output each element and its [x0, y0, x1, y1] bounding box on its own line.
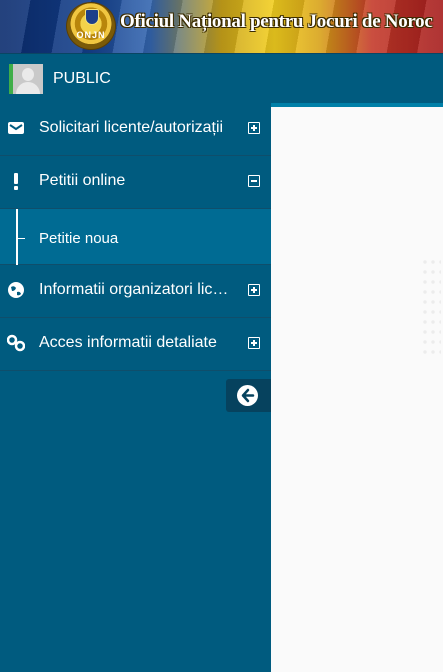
logo-text: ONJN: [76, 30, 106, 40]
expand-icon[interactable]: [248, 284, 260, 296]
sidebar-collapse-button[interactable]: [226, 379, 271, 412]
sidebar-item-informatii[interactable]: Informatii organizatori licențiați: [0, 265, 271, 318]
collapse-icon[interactable]: [248, 175, 260, 187]
loading-spinner: [421, 257, 441, 357]
globe-icon: [7, 281, 25, 299]
user-bar: PUBLIC: [0, 53, 443, 103]
avatar-head: [22, 68, 34, 81]
sidebar-item-label: Petitii online: [39, 172, 126, 189]
site-title: Oficiul Național pentru Jocuri de Noroc: [120, 11, 433, 32]
header-banner: ONJN Oficiul Național pentru Jocuri de N…: [0, 0, 443, 53]
link-icon: [6, 334, 26, 352]
envelope-icon: [7, 119, 25, 137]
main-content: [271, 103, 443, 672]
sidebar-item-label: Solicitari licente/autorizații: [39, 119, 224, 136]
tree-line: [16, 209, 18, 265]
onjn-logo[interactable]: ONJN: [66, 2, 116, 50]
user-label: PUBLIC: [53, 70, 111, 87]
tree-branch: [18, 238, 25, 239]
sidebar-subitem-petitie-noua[interactable]: Petitie noua: [0, 209, 271, 265]
crest-icon: [85, 9, 99, 25]
expand-icon[interactable]: [248, 122, 260, 134]
sidebar-item-label: Acces informatii detaliate: [39, 334, 217, 351]
sidebar-item-label: Informatii organizatori licențiați: [39, 281, 229, 298]
sidebar-item-petitii[interactable]: Petitii online: [0, 156, 271, 209]
exclamation-icon: [7, 172, 25, 190]
sidebar-subitem-label: Petitie noua: [39, 230, 119, 247]
sidebar: Solicitari licente/autorizații Petitii o…: [0, 103, 271, 672]
sidebar-item-acces[interactable]: Acces informatii detaliate: [0, 318, 271, 371]
avatar-body: [16, 82, 40, 94]
sidebar-item-solicitari[interactable]: Solicitari licente/autorizații: [0, 103, 271, 156]
avatar[interactable]: [9, 64, 43, 94]
expand-icon[interactable]: [248, 337, 260, 349]
